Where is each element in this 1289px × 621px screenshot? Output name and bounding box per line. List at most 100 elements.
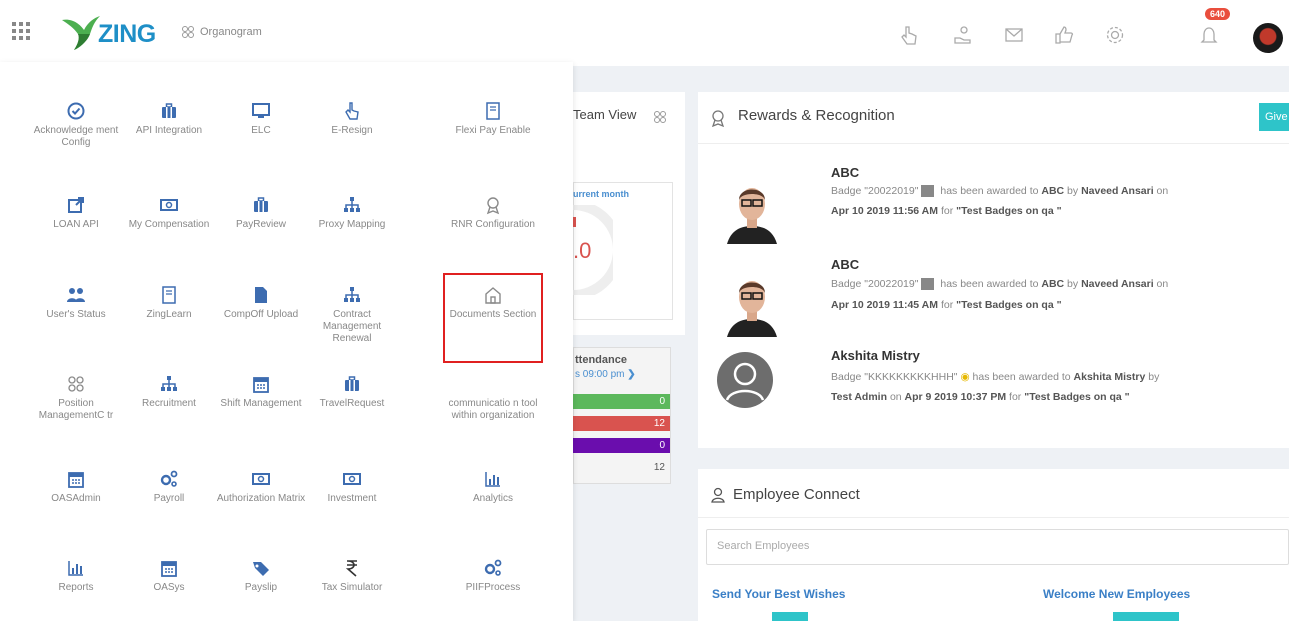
menu-item-label: Investment bbox=[327, 493, 377, 504]
badge-thumbnail bbox=[921, 278, 935, 291]
menu-item-label: Flexi Pay Enable bbox=[455, 125, 531, 136]
menu-item-api-integration[interactable]: API Integration bbox=[123, 101, 215, 137]
bell-icon[interactable] bbox=[1198, 24, 1220, 46]
briefcase-icon bbox=[251, 195, 271, 215]
organogram-icon bbox=[182, 26, 194, 38]
reward-date-line: Test Admin on Apr 9 2019 10:37 PM for "T… bbox=[831, 391, 1130, 403]
menu-item-acknowledge-ment-config[interactable]: Acknowledge ment Config bbox=[30, 101, 122, 149]
attendance-bar-leave[interactable]: 0 bbox=[573, 438, 670, 453]
thumbs-up-icon[interactable] bbox=[1053, 24, 1075, 46]
menu-item-reports[interactable]: Reports bbox=[30, 558, 122, 594]
money-icon bbox=[251, 469, 271, 489]
menu-item-rnr-configuration[interactable]: RNR Configuration bbox=[447, 195, 539, 231]
menu-item-label: ELC bbox=[251, 125, 271, 136]
menu-item-tax-simulator[interactable]: Tax Simulator bbox=[306, 558, 398, 594]
menu-item-compoff-upload[interactable]: CompOff Upload bbox=[215, 285, 307, 321]
menu-item-oasadmin[interactable]: OASAdmin bbox=[30, 469, 122, 505]
avatar bbox=[727, 281, 777, 337]
menu-item-zinglearn[interactable]: ZingLearn bbox=[123, 285, 215, 321]
menu-item-contract-management-renewal[interactable]: Contract Management Renewal bbox=[306, 285, 398, 345]
menu-item-investment[interactable]: Investment bbox=[306, 469, 398, 505]
menu-item-label: User's Status bbox=[46, 309, 106, 320]
gear-icon[interactable] bbox=[1104, 24, 1126, 46]
award-icon bbox=[483, 195, 503, 215]
menu-item-label: ZingLearn bbox=[146, 309, 192, 320]
attendance-title: ttendance bbox=[575, 354, 627, 366]
menu-item-analytics[interactable]: Analytics bbox=[447, 469, 539, 505]
menu-item-e-resign[interactable]: E-Resign bbox=[306, 101, 398, 137]
top-bar: ZING Organogram 640 bbox=[0, 0, 1289, 66]
reward-recipient-name[interactable]: ABC bbox=[831, 165, 859, 180]
attendance-bar-present[interactable]: 0 bbox=[573, 394, 670, 409]
document-icon bbox=[159, 285, 179, 305]
menu-item-payslip[interactable]: Payslip bbox=[215, 558, 307, 594]
menu-item-travelrequest[interactable]: TravelRequest bbox=[306, 374, 398, 410]
team-view-org-icon[interactable] bbox=[652, 110, 668, 124]
menu-item-label: Acknowledge ment Config bbox=[33, 125, 119, 148]
welcome-tab[interactable] bbox=[1113, 612, 1179, 621]
sitemap-icon bbox=[342, 285, 362, 305]
menu-item-oasys[interactable]: OASys bbox=[123, 558, 215, 594]
user-silhouette-icon bbox=[725, 362, 765, 401]
organogram-label: Organogram bbox=[200, 26, 262, 38]
reward-date-line: Apr 10 2019 11:45 AM for "Test Badges on… bbox=[831, 299, 1062, 311]
money-icon bbox=[159, 195, 179, 215]
team-score-value: .0 bbox=[573, 238, 592, 263]
monitor-icon bbox=[251, 101, 271, 121]
external-link-icon bbox=[66, 195, 86, 215]
menu-item-position-managementc-tr[interactable]: Position ManagementC tr bbox=[30, 374, 122, 422]
menu-item-authorization-matrix[interactable]: Authorization Matrix bbox=[215, 469, 307, 505]
badge-thumbnail bbox=[921, 185, 935, 198]
wish-tab[interactable] bbox=[772, 612, 808, 621]
zing-logo-text[interactable]: ZING bbox=[98, 20, 156, 49]
menu-item-payreview[interactable]: PayReview bbox=[215, 195, 307, 231]
search-employees-input[interactable]: Search Employees bbox=[706, 529, 1289, 565]
award-icon bbox=[711, 110, 725, 127]
user-icon bbox=[711, 487, 725, 503]
menu-item-label: PIIFProcess bbox=[465, 582, 521, 593]
avatar bbox=[727, 188, 777, 244]
reward-recipient-name[interactable]: ABC bbox=[831, 257, 859, 272]
menu-item-recruitment[interactable]: Recruitment bbox=[123, 374, 215, 410]
menu-item-my-compensation[interactable]: My Compensation bbox=[123, 195, 215, 231]
current-month-label: urrent month bbox=[573, 189, 629, 199]
attendance-bar-absent[interactable]: 12 bbox=[573, 416, 670, 431]
menu-item-flexi-pay-enable[interactable]: Flexi Pay Enable bbox=[447, 101, 539, 137]
highlight-box-documents-section bbox=[443, 273, 543, 363]
user-avatar[interactable] bbox=[1253, 23, 1283, 53]
menu-item-piifprocess[interactable]: PIIFProcess bbox=[447, 558, 539, 594]
menu-item-payroll[interactable]: Payroll bbox=[123, 469, 215, 505]
attendance-subtitle[interactable]: s 09:00 pm ❯ bbox=[575, 369, 636, 380]
menu-item-shift-management[interactable]: Shift Management bbox=[215, 374, 307, 410]
calendar-icon bbox=[251, 374, 271, 394]
menu-item-label: My Compensation bbox=[128, 219, 210, 230]
menu-item-label: Payroll bbox=[153, 493, 185, 504]
menu-item-label: Authorization Matrix bbox=[216, 493, 306, 504]
team-view-title: Team View bbox=[573, 107, 637, 122]
send-best-wishes-heading: Send Your Best Wishes bbox=[712, 587, 846, 601]
menu-item-label: OASAdmin bbox=[51, 493, 101, 504]
bar-chart-icon bbox=[66, 558, 86, 578]
attendance-bar-total: 12 bbox=[653, 462, 665, 473]
menu-item-elc[interactable]: ELC bbox=[215, 101, 307, 137]
document-icon bbox=[483, 101, 503, 121]
menu-item-proxy-mapping[interactable]: Proxy Mapping bbox=[306, 195, 398, 231]
menu-item-loan-api[interactable]: LOAN API bbox=[30, 195, 122, 231]
give-badge-button[interactable]: Give bbox=[1259, 103, 1289, 131]
menu-item-user-s-status[interactable]: User's Status bbox=[30, 285, 122, 321]
hand-pointer-icon[interactable] bbox=[898, 24, 920, 46]
reward-recipient-name[interactable]: Akshita Mistry bbox=[831, 348, 920, 363]
money-icon bbox=[342, 469, 362, 489]
menu-item-communicatio-n-tool-within-organization[interactable]: communicatio n tool within organization bbox=[447, 374, 539, 422]
divider bbox=[698, 143, 1289, 144]
hand-coin-icon[interactable] bbox=[952, 24, 974, 46]
rupee-icon bbox=[342, 558, 362, 578]
envelope-icon[interactable] bbox=[1003, 24, 1025, 46]
organogram-link[interactable]: Organogram bbox=[180, 25, 262, 39]
menu-item-label: communicatio n tool within organization bbox=[448, 398, 538, 421]
users-icon bbox=[66, 285, 86, 305]
menu-item-label: OASys bbox=[153, 582, 185, 593]
employee-connect-title: Employee Connect bbox=[733, 486, 860, 503]
rewards-title: Rewards & Recognition bbox=[738, 107, 895, 124]
apps-grid-icon[interactable] bbox=[12, 22, 30, 40]
